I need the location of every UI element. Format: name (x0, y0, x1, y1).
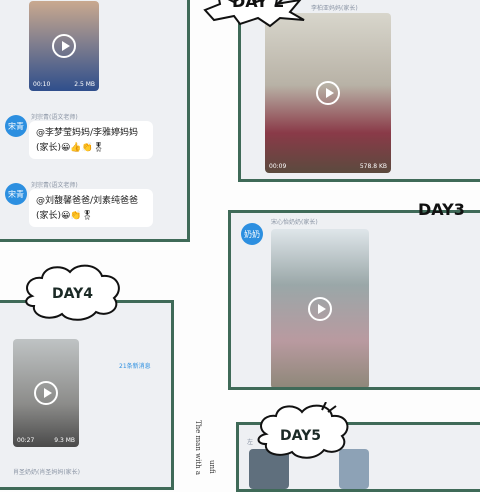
message-text-line1: @刘馥馨爸爸/刘素纯爸爸 (36, 196, 139, 206)
sender-name: 刘宗青(语文老师) (31, 182, 78, 189)
message-bubble: @刘馥馨爸爸/刘素纯爸爸 (家长)😀👏🎖 (29, 189, 153, 227)
video-thumbnail[interactable]: 00:10 2.5 MB (29, 1, 99, 91)
sender-name: 李柏亚妈妈(家长) (311, 5, 358, 12)
avatar[interactable]: 奶奶 (241, 223, 263, 245)
message-text-line2: (家长)😀👍👏🎖 (36, 143, 105, 153)
video-duration: 00:27 (17, 437, 35, 444)
new-messages-badge[interactable]: 21条新消息 (119, 361, 151, 370)
play-icon[interactable] (308, 297, 332, 321)
day5-label: DAY5 (280, 428, 321, 444)
play-icon[interactable] (34, 381, 58, 405)
video-duration: 00:10 (33, 81, 51, 88)
video-thumbnail[interactable] (271, 229, 369, 387)
side-caption: The man with a (194, 420, 202, 476)
chat-panel-day4: 21条新消息 00:27 9.3 MB 肖圣奶奶(肖圣妈妈(家长) (0, 300, 174, 490)
sender-name: 宋心怡奶奶(家长) (271, 219, 318, 226)
day3-label: DAY3 (418, 200, 465, 219)
side-caption-2: unfi (208, 460, 216, 474)
sender-name: 肖圣奶奶(肖圣妈妈(家长) (13, 469, 81, 476)
video-thumbnail[interactable]: 00:09 578.8 KB (265, 13, 391, 173)
message-text-line2: (家长)😀👏🎖 (36, 211, 94, 221)
message-text-line1: @李梦莹妈妈/李雅婷妈妈 (36, 128, 139, 138)
avatar[interactable]: 宋青 (5, 115, 27, 137)
chat-panel-top-left: 00:10 2.5 MB 宋青 刘宗青(语文老师) @李梦莹妈妈/李雅婷妈妈 (… (0, 0, 190, 242)
day2-label: DAY 2 (232, 0, 285, 11)
day4-label: DAY4 (52, 286, 93, 302)
play-icon[interactable] (316, 81, 340, 105)
video-size: 578.8 KB (359, 163, 387, 170)
play-icon[interactable] (52, 34, 76, 58)
video-duration: 00:09 (269, 163, 287, 170)
sender-name: 刘宗青(语文老师) (31, 114, 78, 121)
video-size: 9.3 MB (54, 437, 75, 444)
message-bubble: @李梦莹妈妈/李雅婷妈妈 (家长)😀👍👏🎖 (29, 121, 153, 159)
avatar[interactable]: 宋青 (5, 183, 27, 205)
video-size: 2.5 MB (74, 81, 95, 88)
chat-panel-day3: 奶奶 宋心怡奶奶(家长) (228, 210, 480, 390)
video-thumbnail[interactable]: 00:27 9.3 MB (13, 339, 79, 447)
